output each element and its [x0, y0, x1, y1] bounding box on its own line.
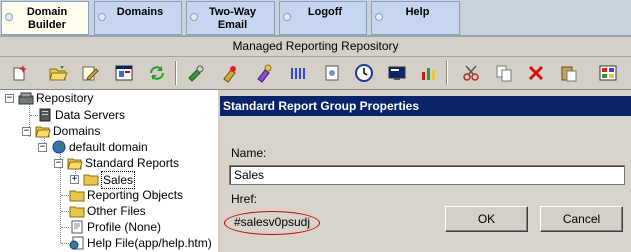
tree-node-label: default domain	[69, 140, 148, 154]
collapse-toggle[interactable]: −	[54, 159, 63, 168]
bullet-icon	[375, 13, 383, 21]
open-folder-icon[interactable]	[48, 63, 68, 83]
tree-node-label: Profile (None)	[87, 220, 162, 234]
chart-icon[interactable]	[419, 63, 439, 83]
cancel-button[interactable]: Cancel	[540, 206, 623, 232]
document-icon	[71, 220, 83, 234]
folder-icon	[83, 174, 99, 186]
tab-domain-builder[interactable]: Domain Builder	[1, 1, 89, 35]
tree-node-label: Data Servers	[55, 108, 126, 122]
properties-icon[interactable]	[114, 63, 134, 83]
window-title: Managed Reporting Repository	[0, 37, 631, 57]
report-icon[interactable]	[322, 63, 342, 83]
refresh-icon[interactable]	[147, 63, 167, 83]
tab-label: Help	[405, 6, 430, 18]
tool2-icon[interactable]	[220, 63, 240, 83]
clock-icon[interactable]	[354, 63, 374, 83]
toolbar	[0, 57, 631, 90]
tree-node-label: Repository	[36, 91, 94, 105]
panel-header: Standard Report Group Properties	[220, 96, 631, 116]
tree-guide	[61, 195, 69, 196]
edit-icon[interactable]	[80, 63, 100, 83]
collapse-toggle[interactable]: −	[38, 143, 47, 152]
expand-toggle[interactable]: +	[70, 175, 79, 184]
open-folder-icon	[35, 126, 51, 138]
name-label: Name:	[231, 146, 267, 160]
tree-node-label: Help File(app/help.htm)	[87, 236, 212, 250]
tab-label: Domains	[116, 6, 164, 18]
columns-icon[interactable]	[288, 63, 308, 83]
repository-icon	[18, 92, 34, 105]
folder-icon	[69, 190, 85, 202]
tab-domains[interactable]: Domains	[94, 1, 182, 35]
screen-icon[interactable]	[387, 63, 407, 83]
open-folder-icon	[67, 158, 83, 170]
tab-help[interactable]: Help	[371, 1, 460, 35]
tree-guide	[61, 227, 69, 228]
tool1-icon[interactable]	[186, 63, 206, 83]
globe-icon	[52, 140, 66, 154]
bullet-icon	[283, 13, 291, 21]
tree-node-label: Reporting Objects	[87, 188, 184, 202]
bullet-icon	[5, 13, 13, 21]
href-label: Href:	[231, 192, 258, 206]
server-icon	[39, 108, 51, 122]
repository-tree: − Repository Data Servers − Domains − de…	[0, 90, 217, 252]
copy-icon[interactable]	[494, 63, 514, 83]
paste-icon[interactable]	[559, 63, 579, 83]
collapse-toggle[interactable]: −	[22, 127, 31, 136]
tree-node-label: Domains	[53, 124, 101, 138]
bullet-icon	[190, 13, 198, 21]
tab-label: Domain Builder	[26, 6, 68, 31]
tool3-icon[interactable]	[254, 63, 274, 83]
settings-icon[interactable]	[598, 63, 618, 83]
tree-node-label: Standard Reports	[85, 156, 180, 170]
tab-two-way-email[interactable]: Two-Way Email	[186, 1, 275, 35]
toolbar-separator	[175, 61, 177, 85]
toolbar-separator	[446, 61, 448, 85]
help-file-icon	[69, 236, 84, 250]
tab-label: Two-Way Email	[208, 6, 257, 31]
tree-guide	[61, 211, 69, 212]
properties-panel: Standard Report Group Properties Name: S…	[220, 90, 631, 252]
new-icon[interactable]	[10, 63, 30, 83]
tree-node-label: Other Files	[87, 204, 146, 218]
delete-icon[interactable]	[526, 63, 546, 83]
tab-label: Logoff	[307, 6, 343, 18]
collapse-toggle[interactable]: −	[5, 94, 14, 103]
folder-icon	[69, 206, 85, 218]
cut-icon[interactable]	[461, 63, 481, 83]
bullet-icon	[98, 13, 106, 21]
top-navigation: Domain Builder Domains Two-Way Email Log…	[0, 0, 631, 36]
name-field[interactable]: Sales	[229, 165, 625, 185]
tab-logoff[interactable]: Logoff	[279, 1, 367, 35]
href-value: #salesv0psudj	[224, 211, 320, 235]
tree-guide	[61, 243, 69, 244]
ok-button[interactable]: OK	[445, 206, 528, 232]
